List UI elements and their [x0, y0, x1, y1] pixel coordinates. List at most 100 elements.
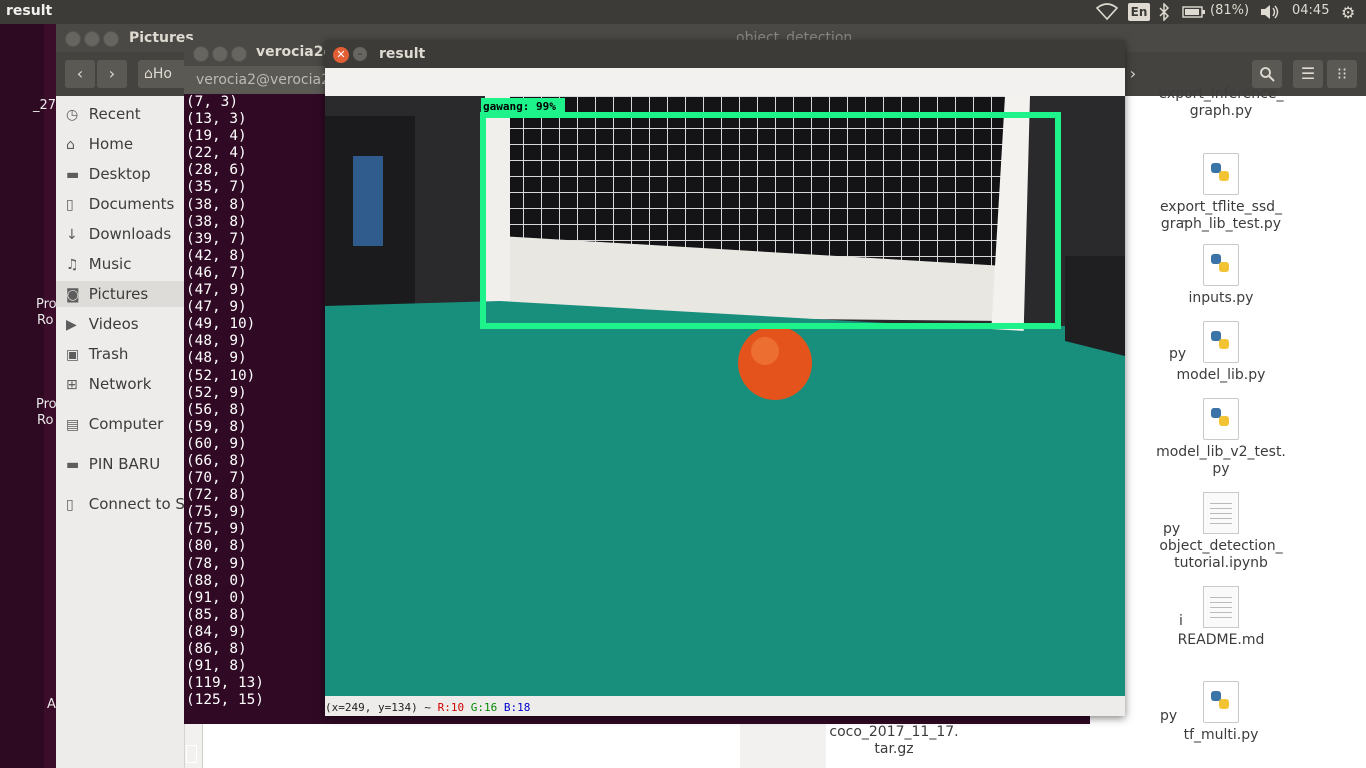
file-name: inputs.py — [1188, 290, 1254, 306]
camera-frame[interactable]: gawang: 99% — [325, 96, 1125, 696]
sidebar-item-connect-to-s[interactable]: ▯ Connect to S... — [66, 491, 199, 517]
python-file-icon — [1203, 398, 1239, 440]
terminal-line: (75, 9) — [186, 521, 247, 538]
back-button[interactable]: ‹ — [65, 60, 95, 88]
keyboard-layout-indicator[interactable]: En — [1128, 3, 1150, 21]
terminal-line: (60, 9) — [186, 435, 247, 452]
battery-icon[interactable] — [1182, 3, 1206, 25]
sidebar-item-label: Trash — [84, 345, 129, 363]
detection-label: gawang: 99% — [483, 100, 556, 113]
terminal-line: (48, 9) — [186, 333, 247, 350]
sidebar-item-documents[interactable]: ▯ Documents — [66, 191, 174, 217]
file-name-partial: i — [1179, 613, 1183, 629]
forward-button[interactable]: › — [97, 60, 127, 88]
file-item[interactable]: model_lib_v2_test. py — [1146, 398, 1296, 478]
close-button[interactable]: ✕ — [333, 47, 349, 63]
file-name: export_inference_ graph.py — [1158, 86, 1284, 119]
bluetooth-icon[interactable] — [1158, 2, 1170, 25]
volume-icon[interactable] — [1259, 3, 1281, 25]
terminal-line: (22, 4) — [186, 145, 247, 162]
minimize-button[interactable] — [84, 31, 100, 47]
sidebar-item-label: Network — [84, 375, 152, 393]
terminal-line: (28, 6) — [186, 162, 247, 179]
sidebar-item-label: Videos — [84, 315, 139, 333]
file-item[interactable]: README.md — [1146, 586, 1296, 649]
terminal-line: (59, 8) — [186, 418, 247, 435]
terminal-line: (38, 8) — [186, 196, 247, 213]
camera-icon: ◙ — [66, 287, 80, 303]
battery-percent: (81%) — [1210, 3, 1250, 18]
maximize-button[interactable] — [103, 31, 119, 47]
file-name: object_detection_ tutorial.ipynb — [1159, 538, 1283, 571]
folder-icon: ▬ — [66, 457, 80, 473]
sidebar-item-desktop[interactable]: ▬ Desktop — [66, 161, 151, 187]
grid-view-button[interactable]: ⁝⁝ — [1327, 60, 1357, 88]
file-name-partial: py — [1163, 521, 1181, 537]
sidebar-item-home[interactable]: ⌂ Home — [66, 131, 133, 157]
file-item[interactable]: export_tflite_ssd_ graph_lib_test.py — [1146, 153, 1296, 233]
search-button[interactable] — [1252, 60, 1282, 88]
sidebar-item-pictures[interactable]: ◙ Pictures — [56, 281, 184, 307]
sidebar-item-trash[interactable]: ▣ Trash — [66, 341, 128, 367]
result-window: ✕ – result gawang: 99% (x=249, y=134) ~ … — [325, 40, 1125, 716]
sidebar-item-videos[interactable]: ▶ Videos — [66, 311, 139, 337]
detection-image: gawang: 99% — [325, 96, 1125, 696]
terminal-line: (86, 8) — [186, 641, 247, 657]
wifi-icon[interactable] — [1095, 3, 1119, 25]
file-item[interactable]: inputs.py — [1146, 244, 1296, 307]
terminal-line: (19, 4) — [186, 128, 247, 145]
close-button[interactable] — [193, 46, 209, 62]
sidebar-item-music[interactable]: ♫ Music — [66, 251, 131, 277]
sidebar-item-downloads[interactable]: ↓ Downloads — [66, 221, 171, 247]
ball-highlight — [751, 337, 779, 365]
terminal-line: (47, 9) — [186, 299, 247, 316]
file-item[interactable]: export_inference_ graph.py — [1146, 86, 1296, 120]
sidebar-item-pin-baru[interactable]: ▬ PIN BARU — [66, 451, 160, 477]
file-name: export_tflite_ssd_ graph_lib_test.py — [1159, 199, 1283, 232]
clock[interactable]: 04:45 — [1292, 3, 1329, 18]
file-name: model_lib.py — [1176, 367, 1266, 383]
download-icon: ↓ — [66, 227, 78, 243]
result-toolbar — [325, 68, 1125, 97]
sidebar-item-label: Connect to S... — [84, 495, 200, 513]
sidebar-item-network[interactable]: ⊞ Network — [66, 371, 151, 397]
sidebar-item-computer[interactable]: ▤ Computer — [66, 411, 163, 437]
sidebar-item-recent[interactable]: ◷ Recent — [66, 101, 141, 127]
sidebar-item-label: Documents — [84, 195, 175, 213]
pixel-green-value: G:16 — [470, 701, 498, 714]
pixel-coords: (x=249, y=134) ~ — [325, 701, 431, 714]
window-title: result — [379, 46, 426, 62]
ball — [738, 326, 812, 400]
python-file-icon — [1203, 681, 1239, 723]
terminal-line: (78, 9) — [186, 555, 247, 572]
terminal-line: (91, 8) — [186, 658, 247, 675]
terminal-output[interactable]: (7, 3) (13, 3) (19, 4) (22, 4) (28, 6) (35, 7… — [186, 94, 326, 709]
minimize-button[interactable] — [212, 46, 228, 62]
terminal-line: (42, 8) — [186, 247, 247, 264]
home-icon: ⌂ — [66, 137, 75, 153]
file-item-archive[interactable]: coco_2017_11_17. tar.gz — [819, 724, 969, 758]
desktop-label: Ro — [37, 313, 54, 328]
sidebar-item-label: Pictures — [84, 285, 149, 303]
video-icon: ▶ — [66, 317, 77, 333]
document-icon: ▯ — [66, 197, 74, 213]
breadcrumb-scroll-right[interactable]: › — [1124, 60, 1142, 88]
terminal-line: (35, 7) — [186, 179, 247, 196]
active-app-title: result — [6, 3, 53, 19]
places-sidebar: ◷ Recent ⌂ Home ▬ Desktop ▯ Documents ↓ Down… — [56, 96, 199, 768]
server-icon: ▯ — [66, 497, 74, 513]
network-icon: ⊞ — [66, 377, 78, 393]
close-button[interactable] — [65, 31, 81, 47]
pixel-red-value: R:10 — [437, 701, 465, 714]
sidebar-item-label: Desktop — [84, 165, 151, 183]
desktop-strip — [44, 24, 56, 768]
sidebar-item-label: Home — [84, 135, 134, 153]
list-view-button[interactable]: ☰ — [1293, 60, 1323, 88]
file-view-behind — [202, 724, 740, 768]
result-titlebar: ✕ – result — [325, 40, 1125, 68]
terminal-line: (119, 13) — [186, 675, 264, 692]
terminal-line: (125, 15) — [186, 692, 264, 709]
maximize-button[interactable] — [231, 46, 247, 62]
settings-gear-icon[interactable]: ⚙ — [1341, 3, 1355, 22]
minimize-button[interactable]: – — [353, 47, 367, 61]
